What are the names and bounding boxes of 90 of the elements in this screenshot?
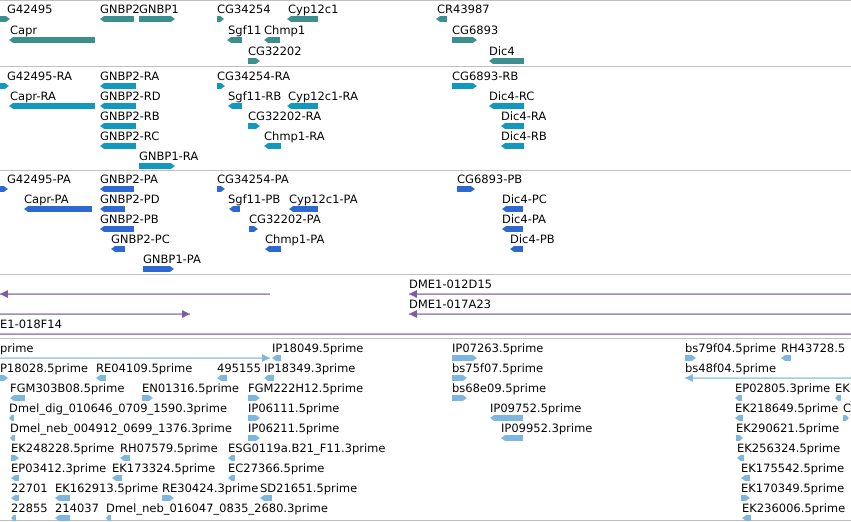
feature-label: EK162913.5prime bbox=[55, 481, 158, 495]
feature-label: GNBP2-PC bbox=[111, 232, 170, 246]
feature-label: IP18349.3prime bbox=[264, 361, 356, 375]
feature-label: DME1-012D15 bbox=[409, 277, 492, 291]
feature-label: CG32202 bbox=[248, 44, 302, 58]
feature-label: Dic4-RC bbox=[489, 89, 534, 103]
feature-label: CG34254-RA bbox=[217, 69, 290, 83]
feature-label: bs79f04.5prime bbox=[685, 341, 776, 355]
feature-label: CG34254 bbox=[217, 2, 271, 16]
feature-label: Dic4-RA bbox=[501, 109, 546, 123]
feature-label: EK236006.5prime bbox=[742, 501, 846, 515]
feature-label: IP09952.3prime bbox=[501, 421, 592, 435]
feature-label: C bbox=[843, 401, 851, 415]
feature-label: Dic4 bbox=[489, 44, 515, 58]
feature-label: IP06111.5prime bbox=[248, 401, 340, 415]
feature-label: Dic4-PC bbox=[502, 192, 547, 206]
feature-label: GNBP2-RB bbox=[100, 109, 160, 123]
feature-label: RE30424.3prime bbox=[162, 481, 258, 495]
feature-label: EK248228.5prime bbox=[11, 441, 114, 455]
feature-label: EK bbox=[835, 381, 850, 395]
feature-label: SD21651.5prime bbox=[260, 481, 358, 495]
feature-label: Chmp1 bbox=[264, 23, 306, 37]
feature-label: CG6893-RB bbox=[452, 69, 518, 83]
feature-label: Cyp12c1 bbox=[288, 2, 338, 16]
feature-label: Dmel_dig_010646_0709_1590.3prime bbox=[9, 401, 228, 415]
feature-label: 495155 bbox=[217, 361, 261, 375]
feature-label: bs75f07.5prime bbox=[452, 361, 544, 375]
feature-label: EK218649.5prime bbox=[735, 401, 838, 415]
feature-label: CR43987 bbox=[437, 2, 490, 16]
feature-label: P18028.5prime bbox=[0, 361, 88, 375]
feature-label: GNBP2-RA bbox=[100, 69, 160, 83]
feature-label: DME1-017A23 bbox=[409, 297, 491, 311]
feature-label: FGM222H12.5prime bbox=[248, 381, 364, 395]
feature-label: IP09752.5prime bbox=[490, 401, 582, 415]
feature-label: Chmp1-RA bbox=[264, 129, 325, 143]
feature-label: bs48f04.5prime bbox=[685, 361, 776, 375]
feature-label: 214037 bbox=[55, 501, 99, 515]
feature-label: CG34254-PA bbox=[217, 172, 289, 186]
feature-label: Sgf11 bbox=[228, 23, 262, 37]
feature-label: IP07263.5prime bbox=[452, 341, 544, 355]
feature-label: G42495-PA bbox=[7, 172, 71, 186]
feature-label: Dmel_neb_004912_0699_1376.3prime bbox=[10, 421, 232, 435]
feature-label: Dmel_neb_016047_0835_2680.3prime bbox=[106, 501, 328, 515]
feature-label: GNBP2-PA bbox=[100, 172, 158, 186]
feature-label: prime bbox=[0, 341, 34, 355]
feature-label: GNBP2-PD bbox=[100, 192, 160, 206]
feature-label: RH07579.5prime bbox=[120, 441, 218, 455]
feature-label: IP18049.5prime bbox=[272, 341, 364, 355]
feature-label: E1-018F14 bbox=[0, 317, 62, 331]
feature-label: Dic4-RB bbox=[501, 129, 547, 143]
feature-label: GNBP2-RC bbox=[100, 129, 160, 143]
feature-label: G42495 bbox=[7, 2, 52, 16]
feature-label: GNBP2-RD bbox=[100, 89, 161, 103]
feature-label: CG32202-RA bbox=[248, 109, 322, 123]
feature-label: GNBP1-RA bbox=[139, 149, 198, 163]
feature-label: Dic4-PA bbox=[502, 212, 546, 226]
feature-label: FGM303B08.5prime bbox=[10, 381, 124, 395]
feature-label: GNBP2 bbox=[100, 2, 140, 16]
feature-label: ESG0119a.B21_F11.3prime bbox=[228, 441, 386, 455]
feature-label: Capr-PA bbox=[24, 192, 69, 206]
feature-label: G42495-RA bbox=[7, 69, 72, 83]
feature-label: CG6893-PB bbox=[457, 172, 522, 186]
feature-label: EN01316.5prime bbox=[142, 381, 239, 395]
feature-label: Sgf11-PB bbox=[228, 192, 280, 206]
feature-label: CG32202-PA bbox=[249, 212, 321, 226]
feature-label: 22701 bbox=[11, 481, 48, 495]
feature-label: Cyp12c1-PA bbox=[289, 192, 358, 206]
feature-label: Sgf11-RB bbox=[228, 89, 282, 103]
feature-label: RE04109.5prime bbox=[96, 361, 192, 375]
feature-label: GNBP2-PB bbox=[100, 212, 159, 226]
feature-label: 22855 bbox=[11, 501, 48, 515]
feature-label: Chmp1-PA bbox=[265, 232, 324, 246]
feature-label: EP03412.3prime bbox=[11, 461, 106, 475]
feature-label: EK173324.5prime bbox=[112, 461, 216, 475]
feature-label: Dic4-PB bbox=[510, 232, 555, 246]
feature-label: GNBP1-PA bbox=[143, 252, 201, 266]
feature-label: EK256324.5prime bbox=[737, 441, 840, 455]
feature-label: EK175542.5prime bbox=[741, 461, 844, 475]
feature-label: CG6893 bbox=[452, 23, 498, 37]
feature-label: RH43728.5 bbox=[781, 341, 846, 355]
feature-label: EP02805.3prime bbox=[735, 381, 830, 395]
feature-label: IP06211.5prime bbox=[248, 421, 340, 435]
feature-label: EK290621.5prime bbox=[736, 421, 840, 435]
feature-label: Cyp12c1-RA bbox=[288, 89, 358, 103]
feature-label: EK170349.5prime bbox=[741, 481, 844, 495]
feature-label: GNBP1 bbox=[139, 2, 179, 16]
feature-label: bs68e09.5prime bbox=[452, 381, 546, 395]
feature-label: EC27366.5prime bbox=[228, 461, 324, 475]
feature-label: Capr bbox=[10, 23, 38, 37]
feature-label: Capr-RA bbox=[10, 89, 56, 103]
